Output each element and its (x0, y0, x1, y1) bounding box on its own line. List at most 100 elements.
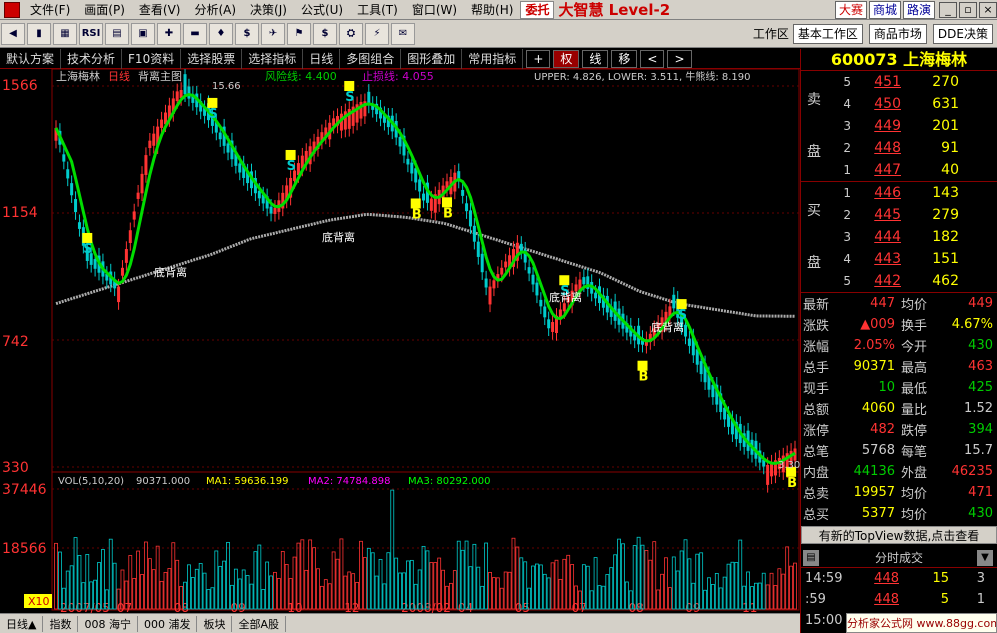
topview-banner[interactable]: 有新的TopView数据,点击查看 (801, 526, 997, 544)
contest-button[interactable]: 大赛 (834, 0, 867, 19)
roadshow-button[interactable]: 路演 (902, 0, 935, 19)
tab-rights[interactable]: 权 (553, 49, 580, 68)
workspace-select[interactable]: 基本工作区 (792, 23, 863, 44)
order-book-row[interactable]: 4 443 151 (801, 248, 997, 270)
order-price[interactable]: 444 (851, 229, 901, 245)
select-indicator-button[interactable]: 选择指标 (242, 48, 304, 69)
order-book-row[interactable]: 4 450 631 (801, 93, 997, 115)
entrust-button[interactable]: 委托 (520, 0, 555, 19)
menu-view[interactable]: 查看(V) (132, 0, 188, 20)
order-price[interactable]: 443 (851, 251, 901, 267)
menu-decision[interactable]: 决策(J) (243, 0, 294, 20)
kline-icon[interactable]: ▮ (27, 22, 51, 45)
diamond-icon[interactable]: ♦ (209, 22, 233, 45)
tab-prev[interactable]: < (640, 49, 665, 68)
multi-chart-button[interactable]: 多图组合 (340, 48, 402, 69)
order-book-row[interactable]: 2 448 91 (801, 137, 997, 159)
status-item[interactable]: 008 海宁 (78, 615, 138, 632)
common-indicator-button[interactable]: 常用指标 (462, 48, 524, 69)
money-icon[interactable]: $ (313, 22, 337, 45)
f10-button[interactable]: F10资料 (122, 48, 182, 69)
market-button[interactable]: 商品市场 (868, 23, 927, 44)
stock-title: 600073 上海梅林 (801, 49, 997, 71)
order-price[interactable]: 442 (851, 273, 901, 289)
panel-icon[interactable]: ▣ (131, 22, 155, 45)
mail-icon[interactable]: ✉ (391, 22, 415, 45)
menu-analysis[interactable]: 分析(A) (187, 0, 243, 20)
volume-bar (648, 559, 653, 610)
volume-bar (671, 556, 676, 610)
select-stock-button[interactable]: 选择股票 (181, 48, 243, 69)
dollar-icon[interactable]: $ (235, 22, 259, 45)
crosshair-icon[interactable]: ✚ (157, 22, 181, 45)
order-price[interactable]: 451 (851, 74, 901, 90)
volume-bar (147, 558, 152, 610)
tab-add[interactable]: + (526, 49, 551, 68)
restore-button[interactable]: ▫ (959, 1, 977, 18)
stat-label: 总卖 (803, 487, 830, 502)
menu-view-screen[interactable]: 画面(P) (77, 0, 132, 20)
volume-bar (265, 561, 270, 610)
rsi-icon[interactable]: RSI (79, 22, 103, 45)
order-price[interactable]: 449 (851, 118, 901, 134)
default-scheme-button[interactable]: 默认方案 (0, 48, 62, 69)
menu-tools[interactable]: 工具(T) (350, 0, 405, 20)
ruler-icon[interactable]: ▬ (183, 22, 207, 45)
order-price[interactable]: 448 (851, 140, 901, 156)
order-book-row[interactable]: 5 442 462 (801, 270, 997, 292)
candle-body (418, 179, 422, 192)
order-book-row[interactable]: 1 446 143 (801, 182, 997, 204)
status-index[interactable]: 指数 (43, 615, 79, 632)
order-price[interactable]: 447 (851, 162, 901, 178)
lightning-icon[interactable]: ⚡ (365, 22, 389, 45)
tech-analysis-button[interactable]: 技术分析 (61, 48, 123, 69)
low-marker: 3.30 (778, 460, 800, 471)
divergence-label: 底背离 (154, 265, 187, 279)
ticks-dropdown-icon[interactable]: ▼ (977, 550, 993, 566)
candle-body (488, 286, 492, 305)
order-price[interactable]: 445 (851, 207, 901, 223)
order-book-row[interactable]: 1 447 40 (801, 159, 997, 181)
order-book-row[interactable]: 3 449 201 (801, 115, 997, 137)
tab-move[interactable]: 移 (611, 49, 638, 68)
volume-bar (222, 560, 227, 610)
menu-help[interactable]: 帮助(H) (464, 0, 520, 20)
status-period[interactable]: 日线▲ (0, 615, 44, 632)
status-item[interactable]: 000 浦发 (138, 615, 198, 632)
order-book-row[interactable]: 2 445 279 (801, 204, 997, 226)
tab-line[interactable]: 线 (582, 49, 609, 68)
volume-bar (484, 542, 489, 610)
menu-file[interactable]: 文件(F) (23, 0, 77, 20)
close-button[interactable]: × (979, 1, 997, 18)
stat-value: 449 (968, 296, 993, 311)
status-sector[interactable]: 板块 (197, 615, 233, 632)
menu-window[interactable]: 窗口(W) (405, 0, 464, 20)
tab-next[interactable]: > (667, 49, 692, 68)
daily-button[interactable]: 日线 (303, 48, 341, 69)
dde-button[interactable]: DDE决策 (932, 23, 993, 44)
list-icon[interactable]: ▤ (105, 22, 129, 45)
volume-bar (781, 573, 786, 610)
ticks-menu-icon[interactable]: ▤ (803, 550, 819, 566)
candle-body (687, 338, 691, 346)
flag-icon[interactable]: ⚑ (287, 22, 311, 45)
gear-icon[interactable]: ⛭ (339, 22, 363, 45)
order-price[interactable]: 446 (851, 185, 901, 201)
mall-button[interactable]: 商城 (868, 0, 901, 19)
stat-value: 482 (870, 422, 895, 437)
stat-label: 内盘 (803, 466, 830, 481)
tick-time: 15:00 (805, 613, 843, 628)
grid-icon[interactable]: ▦ (53, 22, 77, 45)
overlay-button[interactable]: 图形叠加 (401, 48, 463, 69)
order-price[interactable]: 450 (851, 96, 901, 112)
status-all-a[interactable]: 全部A股 (232, 615, 286, 632)
signal-markers: SSSSB BSBSB (82, 80, 797, 491)
back-icon[interactable]: ◀ (1, 22, 25, 45)
order-book-row[interactable]: 5 451 270 (801, 71, 997, 93)
chart-canvas[interactable]: 上海梅林 日线 背离主图 风险线: 4.400 止损线: 4.055 UPPER… (0, 69, 800, 613)
menu-formula[interactable]: 公式(U) (294, 0, 350, 20)
plane-icon[interactable]: ✈ (261, 22, 285, 45)
kline-chart[interactable]: 上海梅林 日线 背离主图 风险线: 4.400 止损线: 4.055 UPPER… (0, 69, 800, 613)
minimize-button[interactable]: _ (939, 1, 957, 18)
order-book-row[interactable]: 3 444 182 (801, 226, 997, 248)
